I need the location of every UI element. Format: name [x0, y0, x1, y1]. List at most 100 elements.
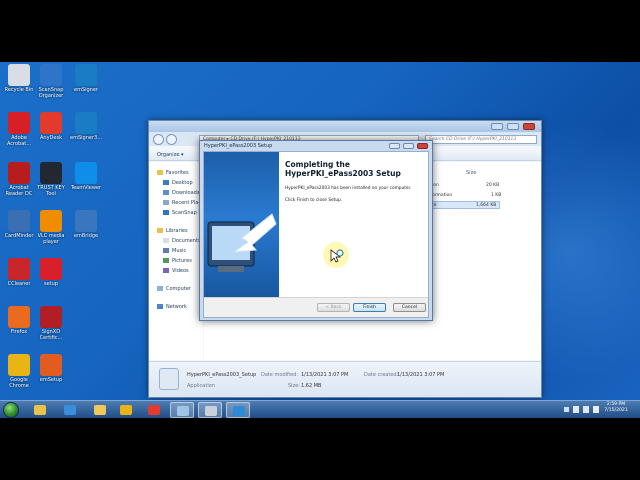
- desktop-icon-anydesk[interactable]: AnyDesk: [32, 112, 70, 141]
- start-button[interactable]: [3, 402, 19, 418]
- taskbar-hyperpki[interactable]: [226, 402, 250, 418]
- taskbar-monitor[interactable]: [170, 402, 194, 418]
- setup-dialog: HyperPKI_ePass2003 Setup Completing the …: [199, 140, 433, 321]
- organize-button[interactable]: Organize ▾: [157, 152, 184, 158]
- desktop-icon: [163, 180, 169, 185]
- desktop-icon-emsetup[interactable]: emSetup: [32, 354, 70, 383]
- desktop-icon-emsigner[interactable]: emSigner: [67, 64, 105, 93]
- back-button[interactable]: < Back: [317, 303, 350, 312]
- videos-icon: [163, 268, 169, 273]
- documents-icon: [163, 238, 169, 243]
- teamviewer-icon: [75, 162, 97, 184]
- dialog-heading: Completing the HyperPKI_ePass2003 Setup: [285, 160, 401, 178]
- taskbar-explorer[interactable]: [28, 402, 52, 418]
- finish-button[interactable]: Finish: [353, 303, 386, 312]
- monitor-arrow-icon: [207, 213, 277, 272]
- nav-documents[interactable]: Documents: [163, 238, 201, 244]
- network-tray-icon[interactable]: [583, 406, 589, 413]
- dialog-close-button[interactable]: [417, 143, 428, 149]
- taskbar-ie[interactable]: [58, 402, 82, 418]
- dialog-footer: < Back Finish Cancel: [204, 297, 428, 317]
- nav-desktop[interactable]: Desktop: [163, 180, 193, 186]
- details-pane: HyperPKI_ePass2003_Setup Application Dat…: [149, 361, 541, 397]
- desktop-icon-teamviewer[interactable]: TeamViewer: [67, 162, 105, 191]
- back-arrow-icon[interactable]: [153, 134, 164, 145]
- row-size: 1,664 KB: [476, 203, 497, 208]
- installer-banner: [204, 152, 279, 297]
- minimize-button[interactable]: [491, 123, 503, 130]
- close-button[interactable]: [523, 123, 535, 130]
- taskbar-folder[interactable]: [88, 402, 112, 418]
- acrobat-icon: [8, 112, 30, 134]
- dialog-instruction: Click Finish to close Setup.: [285, 198, 343, 203]
- star-icon: [157, 170, 163, 175]
- setup-icon: [40, 258, 62, 280]
- hyperpki-icon: [159, 368, 179, 390]
- desktop-icon-setup[interactable]: setup: [32, 258, 70, 287]
- nav-pictures[interactable]: Pictures: [163, 258, 192, 264]
- clock[interactable]: 2:59 PM 7/15/2021: [596, 402, 636, 414]
- firefox-icon: [8, 306, 30, 328]
- dialog-minimize-button[interactable]: [389, 143, 400, 149]
- taskbar-chrome[interactable]: [114, 402, 138, 418]
- nav-network[interactable]: Network: [157, 304, 187, 310]
- clock-date: 7/15/2021: [604, 408, 628, 413]
- dialog-client: Completing the HyperPKI_ePass2003 Setup …: [203, 151, 429, 318]
- hyperpki-icon: [233, 406, 245, 416]
- ccleaner-icon: [8, 258, 30, 280]
- mouse-cursor-highlight: [323, 242, 349, 268]
- monitor-icon: [177, 406, 189, 416]
- details-date-modified: 1/13/2021 3:07 PM: [301, 372, 349, 378]
- row-size: 20 KB: [486, 183, 500, 188]
- search-input[interactable]: Search CD Drive (F:) HyperPKI_210113: [425, 135, 537, 144]
- dialog-maximize-button[interactable]: [403, 143, 414, 149]
- maximize-button[interactable]: [507, 123, 519, 130]
- pictures-icon: [163, 258, 169, 263]
- row-type: ormation: [432, 193, 453, 198]
- taskbar-anydesk[interactable]: [142, 402, 166, 418]
- nav-favorites[interactable]: Favorites: [157, 170, 189, 176]
- explorer-icon: [34, 405, 46, 415]
- chrome-icon: [120, 405, 132, 415]
- vlc-icon: [40, 210, 62, 232]
- details-date-modified-label: Date modified:: [261, 372, 299, 378]
- details-file-type: Application: [187, 383, 215, 389]
- nav-videos[interactable]: Videos: [163, 268, 189, 274]
- computer-icon: [157, 286, 163, 291]
- nav-computer[interactable]: Computer: [157, 286, 191, 292]
- dialog-title: HyperPKI_ePass2003 Setup: [204, 143, 273, 149]
- desktop-icon-trust-key[interactable]: TRUST KEY Tool: [32, 162, 70, 197]
- details-date-created-label: Date created:: [364, 372, 399, 378]
- row-type: ion: [432, 183, 439, 188]
- flag-icon[interactable]: [573, 406, 579, 413]
- column-header-size[interactable]: Size: [466, 170, 476, 176]
- cancel-button[interactable]: Cancel: [393, 303, 426, 312]
- details-date-created: 1/13/2021 3:07 PM: [397, 372, 445, 378]
- acrobat-reader-icon: [8, 162, 30, 184]
- trust-key-icon: [40, 162, 62, 184]
- recent-places-icon: [163, 200, 169, 205]
- details-file-name: HyperPKI_ePass2003_Setup: [187, 372, 257, 378]
- desktop-icon-embridge[interactable]: emBridge: [67, 210, 105, 239]
- network-icon: [157, 304, 163, 309]
- downloads-icon: [163, 190, 169, 195]
- nav-downloads[interactable]: Downloads: [163, 190, 199, 196]
- nav-music[interactable]: Music: [163, 248, 186, 254]
- cardminder-icon: [8, 210, 30, 232]
- scansnap-folder-icon: [163, 210, 169, 215]
- explorer-titlebar[interactable]: [149, 121, 541, 132]
- details-size-label: Size:: [288, 383, 300, 389]
- forward-arrow-icon[interactable]: [166, 134, 177, 145]
- desktop-icon-emsigner3[interactable]: emSigner3...: [67, 112, 105, 141]
- ie-icon: [64, 405, 76, 415]
- desktop-icon-vlc[interactable]: VLC media player: [32, 210, 70, 245]
- tray-arrow-icon[interactable]: [564, 407, 569, 412]
- taskbar-setup[interactable]: [198, 402, 222, 418]
- nav-libraries[interactable]: Libraries: [157, 228, 188, 234]
- desktop-icon-scansnap[interactable]: ScanSnap Organizer: [32, 64, 70, 99]
- emsigner3-icon: [75, 112, 97, 134]
- desktop-icon-signxd[interactable]: SignXD Certific...: [32, 306, 70, 341]
- signxd-icon: [40, 306, 62, 328]
- dialog-body: Completing the HyperPKI_ePass2003 Setup …: [279, 152, 428, 297]
- recycle-bin-icon: [8, 64, 30, 86]
